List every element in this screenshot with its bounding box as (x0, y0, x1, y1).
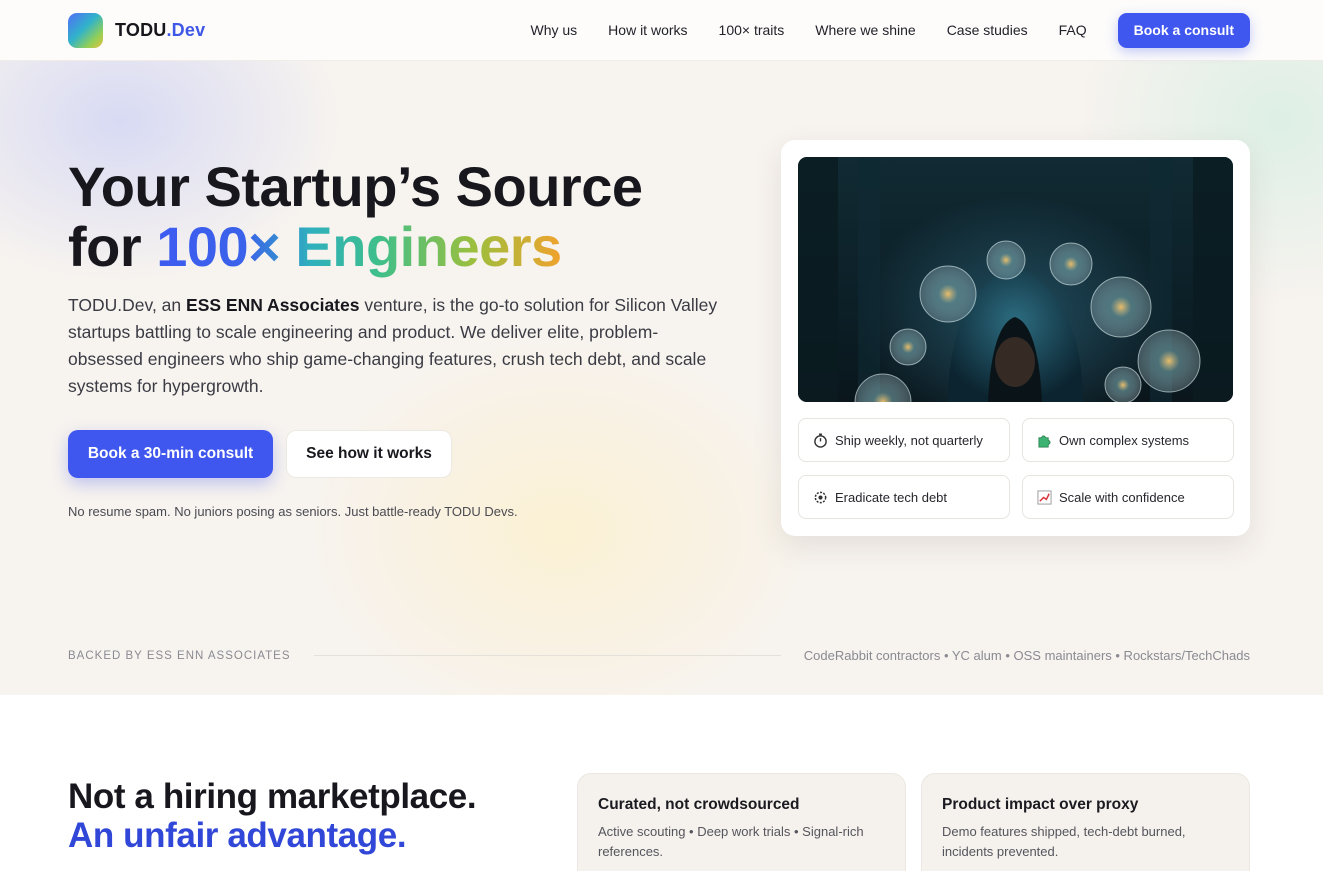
nav-faq[interactable]: FAQ (1059, 22, 1087, 38)
company-name: ESS ENN Associates (186, 295, 360, 315)
hero-note: No resume spam. No juniors posing as sen… (68, 504, 518, 519)
nav-why-us[interactable]: Why us (530, 22, 577, 38)
hooded-engineer-image (798, 157, 1233, 402)
brand-name: TODU.Dev (115, 19, 206, 40)
chip-own-complex-systems: Own complex systems (1022, 418, 1234, 462)
backed-label: Backed by ESS ENN Associates (68, 649, 291, 662)
chip-eradicate-tech-debt: Eradicate tech debt (798, 475, 1010, 519)
headline-for: for (68, 215, 142, 278)
nav-case-studies[interactable]: Case studies (947, 22, 1028, 38)
backed-list: CodeRabbit contractors • YC alum • OSS m… (803, 648, 1250, 663)
chip-label: Ship weekly, not quarterly (835, 432, 983, 448)
feature-title: Curated, not crowdsourced (598, 796, 800, 813)
hero-headline: Your Startup’s Source for 100× Engineers (68, 157, 643, 277)
logo-mark-icon (68, 12, 103, 48)
nav-100x-traits[interactable]: 100× traits (719, 22, 785, 38)
headline-line1: Your Startup’s Source (68, 155, 643, 218)
chip-label: Scale with confidence (1059, 489, 1185, 505)
main-nav: Why us How it works 100× traits Where we… (530, 22, 1086, 38)
advantage-section: Not a hiring marketplace. An unfair adva… (0, 695, 1323, 871)
gear-icon (812, 489, 828, 505)
book-30-min-consult-button[interactable]: Book a 30-min consult (68, 430, 273, 478)
chip-label: Eradicate tech debt (835, 489, 948, 505)
hero-description: TODU.Dev, an ESS ENN Associates venture,… (68, 295, 718, 396)
stopwatch-icon (812, 432, 828, 448)
chart-icon (1036, 489, 1052, 505)
feature-title: Product impact over proxy (942, 796, 1139, 813)
chip-label: Own complex systems (1059, 432, 1190, 448)
nav-where-we-shine[interactable]: Where we shine (815, 22, 915, 38)
chip-scale-with-confidence: Scale with confidence (1022, 475, 1234, 519)
site-header: TODU.Dev Why us How it works 100× traits… (0, 0, 1323, 61)
feature-card-curated: Curated, not crowdsourced Active scoutin… (577, 773, 906, 871)
headline-gradient: 100× Engineers (156, 215, 562, 278)
divider (313, 655, 781, 656)
feature-text: Active scouting • Deep work trials • Sig… (598, 824, 864, 859)
hero-illustration (798, 157, 1233, 402)
puzzle-icon (1036, 432, 1052, 448)
brand-logo[interactable]: TODU.Dev (68, 12, 206, 48)
nav-how-it-works[interactable]: How it works (608, 22, 687, 38)
see-how-it-works-button[interactable]: See how it works (286, 430, 452, 478)
hero-card: Ship weekly, not quarterly Own complex s… (781, 140, 1250, 536)
book-consult-button[interactable]: Book a consult (1117, 12, 1250, 48)
section-title: Not a hiring marketplace. An unfair adva… (68, 777, 477, 855)
hero-section: Your Startup’s Source for 100× Engineers… (0, 61, 1323, 695)
backed-strip: Backed by ESS ENN Associates CodeRabbit … (68, 648, 1250, 663)
chip-ship-weekly: Ship weekly, not quarterly (798, 418, 1010, 462)
section-subtitle: An unfair advantage. (68, 816, 407, 855)
benefit-chips: Ship weekly, not quarterly Own complex s… (798, 418, 1234, 519)
feature-card-product-impact: Product impact over proxy Demo features … (921, 773, 1250, 871)
feature-text: Demo features shipped, tech-debt burned,… (942, 824, 1186, 859)
